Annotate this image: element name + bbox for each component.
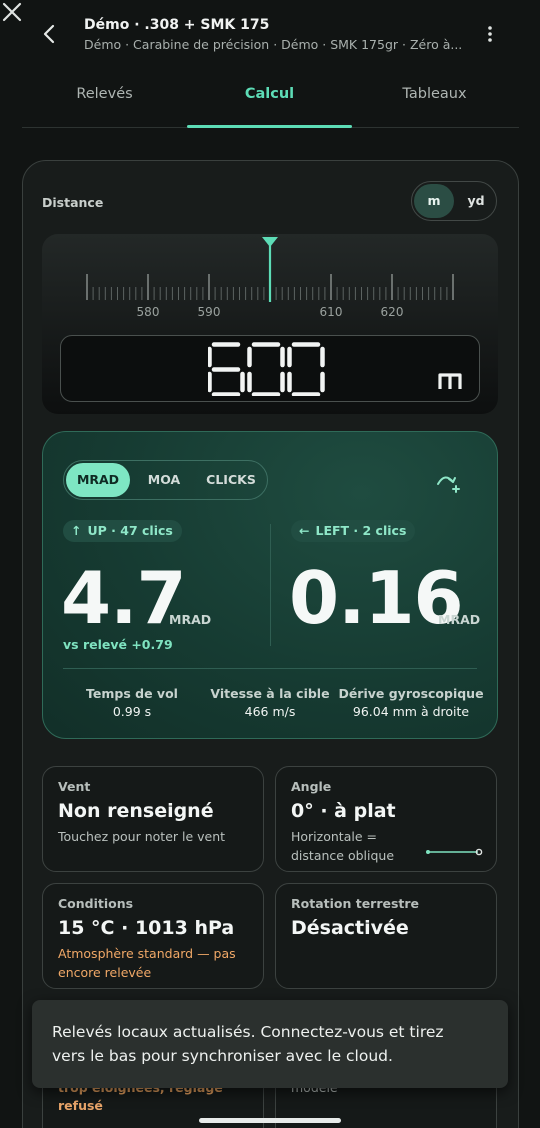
windage-unit: MRAD: [438, 612, 481, 627]
tile-title: Rotation terrestre: [291, 896, 420, 911]
mode-clicks[interactable]: CLICKS: [198, 463, 264, 497]
stat-target-velocity: Vitesse à la cible 466 m/s: [208, 686, 332, 719]
trajectory-icon[interactable]: [436, 472, 462, 494]
more-vert-icon[interactable]: [478, 22, 502, 46]
tab-bar: Relevés Calcul Tableaux: [22, 72, 519, 128]
wind-tile[interactable]: Vent Non renseigné Touchez pour noter le…: [42, 766, 264, 872]
ruler-label: 580: [137, 305, 160, 319]
stat-value: 466 m/s: [244, 704, 296, 719]
tile-value: 0° · à plat: [291, 800, 396, 822]
tab-tableaux[interactable]: Tableaux: [352, 72, 517, 128]
conditions-tile[interactable]: Conditions 15 °C · 1013 hPa Atmosphère s…: [42, 883, 264, 989]
page-subtitle: Démo · Carabine de précision · Démo · SM…: [84, 37, 463, 52]
result-divider-v: [270, 524, 271, 646]
tile-sub-line2: encore relevée: [58, 965, 152, 980]
windage-chip-label: LEFT · 2 clics: [315, 523, 407, 538]
elevation-unit: MRAD: [169, 612, 212, 627]
tile-sub: Touchez pour noter le vent: [58, 829, 226, 844]
mode-mrad[interactable]: MRAD: [66, 463, 130, 497]
tab-releves[interactable]: Relevés: [22, 72, 187, 128]
tile-sub-line2: distance oblique: [291, 848, 395, 863]
stat-value: 0.99 s: [112, 704, 152, 719]
tile-title: Angle: [291, 779, 332, 794]
elevation-value: 4.7: [61, 556, 187, 640]
angle-tile[interactable]: Angle 0° · à plat Horizontale = distance…: [275, 766, 497, 872]
ruler-label: 620: [381, 305, 404, 319]
tile-title: Vent: [58, 779, 91, 794]
elevation-chip: ↑ UP · 47 clics: [63, 520, 182, 542]
distance-value-digits: [208, 342, 325, 396]
stat-value: 96.04 mm à droite: [352, 704, 470, 719]
gesture-bar: [199, 1118, 341, 1123]
elevation-chip-label: UP · 47 clics: [87, 523, 173, 538]
back-arrow-icon[interactable]: [36, 20, 64, 48]
arrow-left-icon: ←: [299, 523, 310, 538]
snackbar-message: Relevés locaux actualisés. Connectez-vou…: [52, 1023, 444, 1065]
page-title: Démo · .308 + SMK 175: [84, 17, 270, 33]
snackbar: Relevés locaux actualisés. Connectez-vou…: [32, 1000, 508, 1088]
angle-level-icon: [426, 848, 483, 856]
distance-label: Distance: [42, 195, 104, 210]
stat-label: Vitesse à la cible: [210, 686, 330, 701]
earth-rotation-tile[interactable]: Rotation terrestre Désactivée: [275, 883, 497, 989]
stat-label: Temps de vol: [86, 686, 178, 701]
tab-calcul[interactable]: Calcul: [187, 72, 352, 128]
ruler-label: 590: [198, 305, 221, 319]
windage-value: 0.16: [289, 556, 464, 640]
ruler-label: 610: [320, 305, 343, 319]
tile-title: Conditions: [58, 896, 134, 911]
stat-spin-drift: Dérive gyroscopique 96.04 mm à droite: [336, 686, 486, 719]
tile-sub-line1: Horizontale =: [291, 829, 377, 844]
unit-m-button[interactable]: m: [414, 184, 454, 218]
ruler-ticks: 580 590 610 620: [86, 237, 454, 319]
stat-label: Dérive gyroscopique: [338, 686, 484, 701]
unit-mode-toggle: MRAD MOA CLICKS: [63, 460, 268, 500]
hidden-tile-left-text2: refusé: [58, 1098, 103, 1113]
result-divider-h: [63, 668, 477, 669]
mode-moa[interactable]: MOA: [134, 463, 194, 497]
tab-indicator: [187, 125, 352, 128]
tile-sub-line1: Atmosphère standard — pas: [58, 946, 236, 961]
stat-time-of-flight: Temps de vol 0.99 s: [72, 686, 192, 719]
unit-yd-button[interactable]: yd: [456, 184, 496, 218]
distance-unit-toggle: m yd: [411, 181, 497, 221]
arrow-up-icon: ↑: [71, 523, 82, 538]
tile-sub: Atmosphère standard — pas encore relevée: [58, 944, 236, 982]
app-bar: Démo · .308 + SMK 175 Démo · Carabine de…: [0, 0, 540, 70]
elevation-delta: vs relevé +0.79: [63, 637, 173, 652]
tile-sub: Horizontale = distance oblique: [291, 827, 394, 865]
distance-unit-glyph: [438, 373, 462, 389]
tile-value: Désactivée: [291, 917, 409, 939]
tile-value: 15 °C · 1013 hPa: [58, 917, 235, 939]
windage-chip: ← LEFT · 2 clics: [291, 520, 416, 542]
tile-value: Non renseigné: [58, 800, 214, 822]
